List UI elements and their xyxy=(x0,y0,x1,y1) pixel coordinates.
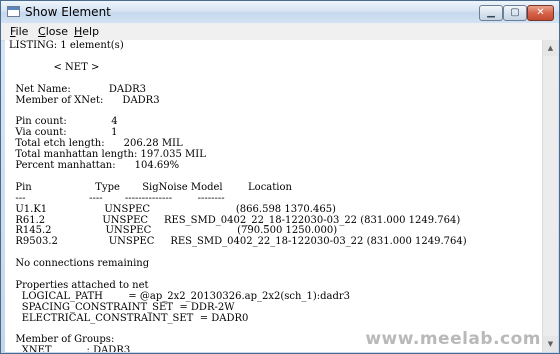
menu-help-label: elp xyxy=(82,25,100,38)
watermark: www.meelab.com xyxy=(365,329,541,349)
menu-close-mnemonic: C xyxy=(38,25,46,38)
window-title: Show Element xyxy=(25,5,111,19)
close-window-button[interactable]: ✕ xyxy=(527,5,554,21)
show-element-window: Show Element ▁ ▢ ✕ File Close Help LISTI… xyxy=(0,0,560,354)
window-app-icon xyxy=(7,6,20,17)
menu-bar: File Close Help xyxy=(1,23,559,41)
scroll-down-arrow-icon[interactable]: ▼ xyxy=(543,336,558,352)
menu-close-label: lose xyxy=(45,25,68,38)
menu-help[interactable]: Help xyxy=(74,24,99,39)
minimize-button[interactable]: ▁ xyxy=(479,5,503,21)
title-bar[interactable]: Show Element ▁ ▢ ✕ xyxy=(1,1,559,23)
element-listing: LISTING: 1 element(s) < NET > Net Name: … xyxy=(9,40,467,352)
vertical-scrollbar[interactable]: ▲ ▼ xyxy=(542,40,558,352)
menu-close[interactable]: Close xyxy=(38,24,68,39)
menu-file-label: ile xyxy=(15,25,29,38)
maximize-button[interactable]: ▢ xyxy=(503,5,527,21)
scroll-up-arrow-icon[interactable]: ▲ xyxy=(543,40,558,56)
listing-text-area[interactable]: LISTING: 1 element(s) < NET > Net Name: … xyxy=(5,40,542,352)
menu-file[interactable]: File xyxy=(10,24,28,39)
